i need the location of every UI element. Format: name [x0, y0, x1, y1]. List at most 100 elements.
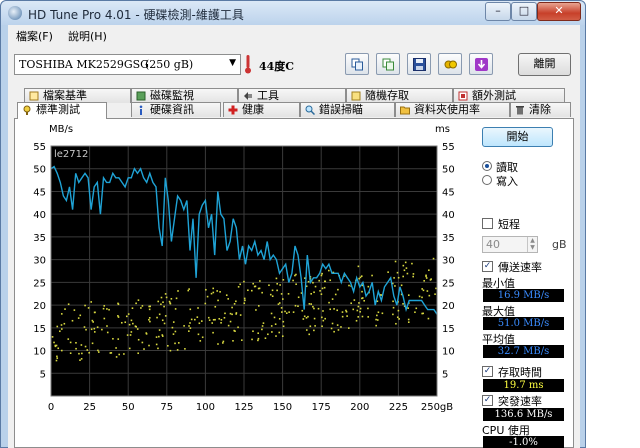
access-time-point [403, 269, 406, 272]
access-time-point [93, 327, 96, 330]
access-time-point [414, 311, 416, 314]
menu-help[interactable]: 說明(H) [68, 28, 107, 44]
tab-label: 標準測試 [36, 103, 80, 116]
copy-text-button[interactable] [376, 53, 400, 75]
title-bar[interactable]: HD Tune Pro 4.01 - 硬碟檢測-維護工具 – □ ✕ [1, 1, 585, 25]
access-time-point [189, 322, 191, 324]
start-button[interactable]: 開始 [482, 127, 553, 147]
y-axis-label-left: MB/s [49, 124, 73, 135]
access-time-point [273, 316, 276, 319]
access-time-point [292, 279, 294, 282]
file-benchmark-icon [29, 91, 39, 101]
tab-error-scan[interactable]: 錯誤掃瞄 [300, 102, 395, 117]
access-time-point [85, 328, 87, 331]
access-time-point [297, 305, 299, 308]
access-time-point [128, 347, 131, 350]
access-time-point [264, 337, 267, 340]
access-time-point [219, 291, 221, 293]
access-time-point [196, 316, 199, 318]
x-tick-label: 150 [273, 402, 292, 413]
cpu-usage-value: -1.0% [483, 436, 564, 448]
access-time-point [222, 340, 225, 343]
access-time-point [80, 344, 83, 346]
y-tick-label-left: 35 [33, 233, 46, 244]
y-tick-label-right: 25 [442, 278, 455, 289]
access-time-checkbox[interactable]: ✓ [482, 366, 493, 377]
exit-button[interactable]: 離開 [518, 53, 571, 76]
access-time-point [314, 325, 316, 327]
access-time-point [56, 325, 59, 328]
access-time-point [125, 315, 128, 318]
tab-health[interactable]: 健康 [223, 102, 300, 117]
tab-folder-usage[interactable]: 資料夾使用率 [395, 102, 510, 117]
burst-rate-value: 136.6 MB/s [483, 408, 564, 421]
access-time-point [308, 333, 311, 336]
tab-extra-tests[interactable]: 額外測試 [453, 88, 565, 103]
menu-file[interactable]: 檔案(F) [16, 28, 53, 44]
read-radio[interactable] [482, 161, 492, 171]
short-checkbox[interactable] [482, 218, 493, 229]
access-time-point [331, 298, 334, 300]
access-time-point [164, 315, 167, 317]
access-time-point [268, 284, 270, 287]
access-time-point [115, 356, 118, 358]
close-button[interactable]: ✕ [537, 2, 581, 21]
download-button[interactable] [469, 53, 493, 75]
access-time-point [63, 322, 66, 325]
access-time-point [415, 307, 418, 310]
minimize-button[interactable]: – [485, 2, 511, 21]
options-button[interactable] [438, 53, 462, 75]
access-time-point [198, 322, 201, 325]
access-time-point [288, 311, 290, 313]
tab-file-benchmark[interactable]: 檔案基準 [24, 88, 131, 103]
tab-benchmark[interactable]: 標準測試 [17, 102, 107, 119]
maximize-button[interactable]: □ [511, 2, 537, 21]
save-button[interactable] [407, 53, 431, 75]
tab-random-access[interactable]: 隨機存取 [346, 88, 453, 103]
chart-watermark: le2712 [54, 149, 88, 160]
access-time-point [400, 284, 403, 287]
access-time-point [212, 291, 215, 294]
drive-select[interactable]: TOSHIBA MK2529GSG (250 gB) ▼ [14, 54, 241, 75]
tab-info[interactable]: 硬碟資訊 [131, 102, 221, 117]
access-time-point [336, 309, 339, 312]
access-time-point [227, 324, 230, 327]
access-time-point [174, 308, 177, 310]
access-time-point [140, 307, 142, 309]
info-icon [139, 105, 143, 115]
stepper-arrows-icon[interactable]: ▲ ▼ [527, 237, 537, 252]
access-time-point [432, 257, 435, 260]
access-time-point [407, 321, 410, 323]
copy-button[interactable] [345, 53, 369, 75]
access-time-point [109, 352, 112, 354]
access-time-point [210, 292, 213, 295]
access-time-point [387, 271, 389, 273]
access-time-point [243, 297, 246, 300]
tab-disk-monitor[interactable]: 磁碟監視 [131, 88, 238, 103]
transfer-rate-checkbox[interactable]: ✓ [482, 261, 493, 272]
access-time-point [201, 336, 204, 339]
access-time-point [406, 272, 409, 275]
short-size-stepper[interactable]: 40 ▲ ▼ [482, 236, 538, 253]
burst-rate-label: 突發速率 [498, 395, 542, 408]
access-time-point [375, 318, 377, 321]
access-time-point [250, 289, 253, 292]
write-radio[interactable] [482, 175, 492, 185]
access-time-point [148, 308, 151, 311]
tab-label: 工具 [257, 89, 279, 102]
access-time-point [206, 295, 209, 298]
access-time-point [84, 304, 86, 307]
access-time-point [86, 349, 89, 351]
access-time-point [69, 352, 72, 354]
access-time-point [271, 331, 273, 333]
access-time-point [225, 294, 228, 296]
access-time-point [243, 280, 245, 283]
access-time-point [257, 332, 260, 334]
access-time-point [392, 313, 394, 316]
access-time-point [287, 293, 290, 295]
tab-tools[interactable]: 工具 [238, 88, 346, 103]
y-tick-label-right: 15 [442, 324, 455, 335]
tab-erase[interactable]: 清除 [510, 102, 571, 117]
burst-rate-checkbox[interactable]: ✓ [482, 395, 493, 406]
access-time-point [69, 341, 72, 344]
